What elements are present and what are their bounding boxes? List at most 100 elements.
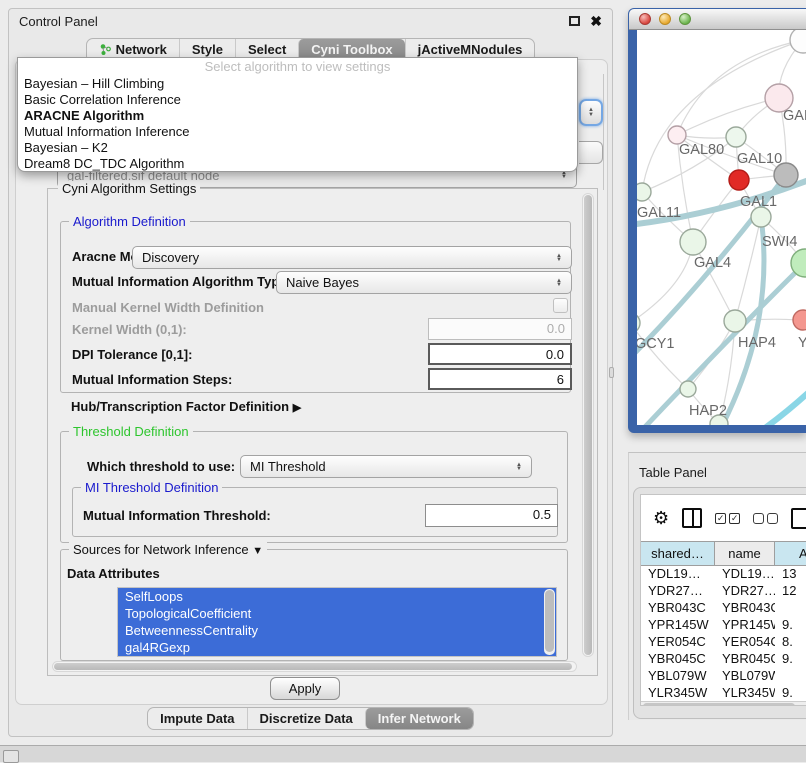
algorithm-dropdown-popup: Select algorithm to view settings Bayesi… [17,57,578,172]
control-panel-title: Control Panel [19,14,569,29]
data-attributes-list[interactable]: SelfLoops TopologicalCoefficient Between… [117,587,557,657]
manual-kernel-checkbox[interactable] [553,298,568,313]
algorithm-dropdown-placeholder: Select algorithm to view settings [18,58,577,76]
focused-stepper-icon[interactable]: ▲▼ [579,99,603,126]
node-partial-white[interactable] [790,30,806,53]
aracne-mode-value: Discovery [142,250,556,265]
disclosure-right-icon: ▶ [293,402,301,414]
which-threshold-combobox[interactable]: MI Threshold ▲▼ [240,455,532,478]
tab-label: Style [192,42,223,57]
table-row[interactable]: YBR045CYBR045C9. [641,651,806,668]
which-threshold-value: MI Threshold [250,459,516,474]
node-gal1-red[interactable] [729,170,749,190]
node-hap2[interactable] [680,381,696,397]
mac-minimize-icon[interactable] [659,13,671,25]
node-gal10[interactable] [726,127,746,147]
sources-group-title: Sources for Network Inference ▼ [69,542,267,557]
gear-icon[interactable]: ⚙ [653,508,669,529]
close-icon[interactable]: ✖ [590,16,602,26]
attribute-list-scrollbar[interactable] [544,589,555,655]
node-label: GAL4 [694,255,731,271]
mi-threshold-field[interactable]: 0.5 [425,504,558,527]
table-row[interactable]: YDR27…YDR27…12 [641,583,806,600]
tab-discretize-data[interactable]: Discretize Data [247,708,365,729]
algorithm-option[interactable]: Bayesian – Hill Climbing [18,76,577,92]
mini-button[interactable] [3,750,19,763]
mi-steps-field[interactable]: 6 [428,368,572,390]
column-header-shared-name[interactable]: shared… [641,542,715,565]
tab-impute-data[interactable]: Impute Data [148,708,246,729]
aracne-mode-combobox[interactable]: Discovery ▲▼ [132,246,572,269]
node-green[interactable] [751,207,771,227]
mac-zoom-icon[interactable] [679,13,691,25]
disclosure-down-icon[interactable]: ▼ [252,545,263,557]
tab-label: Discretize Data [260,711,353,726]
kernel-width-field[interactable]: 0.0 [428,318,572,340]
table-panel-title: Table Panel [639,465,707,480]
algorithm-option[interactable]: Bayesian – K2 [18,140,577,156]
node-label: GCY1 [637,336,675,352]
which-threshold-label: Which threshold to use: [87,459,235,474]
settings-vertical-scrollbar[interactable] [582,193,594,657]
algorithm-option-selected[interactable]: ARACNE Algorithm [18,108,577,124]
table-row[interactable]: YBL079WYBL079W [641,668,806,685]
combo-stepper-icon: ▲▼ [561,171,567,179]
hub-definition-disclosure[interactable]: Hub/Transcription Factor Definition ▶ [71,399,301,414]
mi-threshold-label: Mutual Information Threshold: [83,508,271,523]
table-row[interactable]: YPR145WYPR145W9. [641,617,806,634]
tab-label: Network [116,42,167,57]
table-row[interactable]: YDL19…YDL19…13 [641,566,806,583]
network-canvas[interactable]: GAL7 GAL80 GAL10 GAL1 GAL11 SWI4 GAL4 GC… [637,30,806,425]
attribute-item[interactable]: gal4RGexp [118,639,556,656]
node-label: GAL1 [740,194,777,210]
node-label: GAL10 [737,151,782,167]
table-panel-frame: ⚙ ✓✓ shared… name A YDL19…YDL19…13 YDR27… [633,487,806,719]
mi-type-value: Naive Bayes [286,275,556,290]
deselect-all-icon[interactable] [753,513,778,524]
table-row[interactable]: YBR043CYBR043C [641,600,806,617]
attribute-item[interactable]: TopologicalCoefficient [118,605,556,622]
threshold-definition-group: Threshold Definition Which threshold to … [60,431,568,543]
node-hap4[interactable] [724,310,746,332]
table-horizontal-scrollbar[interactable] [641,701,806,706]
tab-label: Cyni Toolbox [311,42,392,57]
node-table: shared… name A YDL19…YDL19…13 YDR27…YDR2… [641,541,806,706]
cyni-bottom-tabbar: Impute Data Discretize Data Infer Networ… [9,707,612,730]
attribute-item[interactable]: SelfLoops [118,588,556,605]
column-header-partial[interactable]: A [775,542,806,565]
table-row[interactable]: YER054CYER054C8. [641,634,806,651]
algorithm-option[interactable]: Mutual Information Inference [18,124,577,140]
mi-threshold-group-title: MI Threshold Definition [81,480,222,495]
sources-title-text: Sources for Network Inference [73,542,249,557]
settings-horizontal-scrollbar[interactable] [52,661,577,672]
combo-stepper-icon: ▲▼ [516,463,522,471]
mi-type-label: Mutual Information Algorithm Type: [72,274,291,289]
apply-button[interactable]: Apply [270,677,340,700]
select-all-icon[interactable]: ✓✓ [715,513,740,524]
network-window-titlebar [629,9,806,30]
tab-infer-network[interactable]: Infer Network [365,708,473,729]
split-pane-grip[interactable] [609,367,614,378]
dpi-tolerance-field[interactable]: 0.0 [428,343,572,365]
table-toolbar: ⚙ ✓✓ [641,495,806,541]
algorithm-option[interactable]: Basic Correlation Inference [18,92,577,108]
attribute-item[interactable]: BetweennessCentrality [118,622,556,639]
mi-type-combobox[interactable]: Naive Bayes ▲▼ [276,271,572,294]
node-gal4[interactable] [680,229,706,255]
threshold-definition-title: Threshold Definition [69,424,193,439]
node-label: Y [798,335,806,351]
node-label: GAL11 [637,205,681,221]
network-view-window: GAL7 GAL80 GAL10 GAL1 GAL11 SWI4 GAL4 GC… [628,8,806,433]
node-salmon[interactable] [793,310,806,330]
document-icon[interactable] [791,508,806,529]
column-header-name[interactable]: name [715,542,775,565]
node-gal11[interactable] [637,183,651,201]
float-panel-icon[interactable] [569,16,580,26]
algorithm-option[interactable]: Dream8 DC_TDC Algorithm [18,156,577,172]
combo-edge-fragment [579,141,603,164]
combo-stepper-icon: ▲▼ [556,254,562,262]
mac-close-icon[interactable] [639,13,651,25]
algorithm-definition-group: Algorithm Definition Aracne Mode: Discov… [60,221,571,393]
table-row[interactable]: YLR345WYLR345W9. [641,685,806,702]
columns-icon[interactable] [682,508,702,528]
